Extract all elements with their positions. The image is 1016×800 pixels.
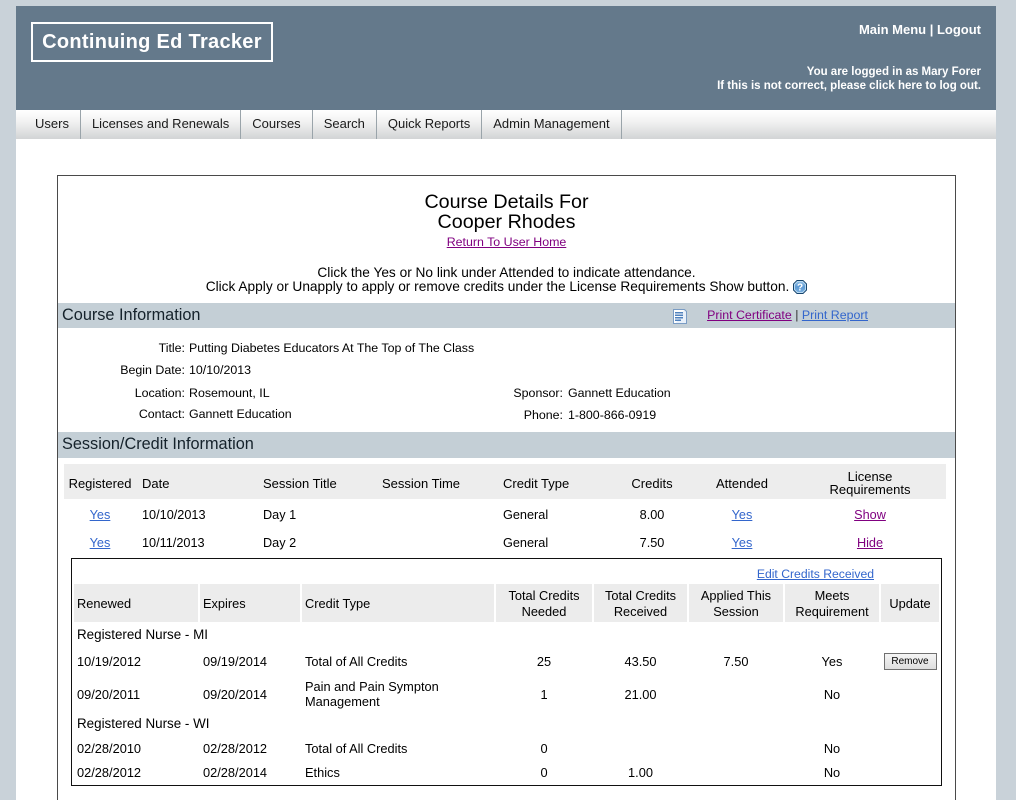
svg-text:?: ? [797, 283, 803, 294]
